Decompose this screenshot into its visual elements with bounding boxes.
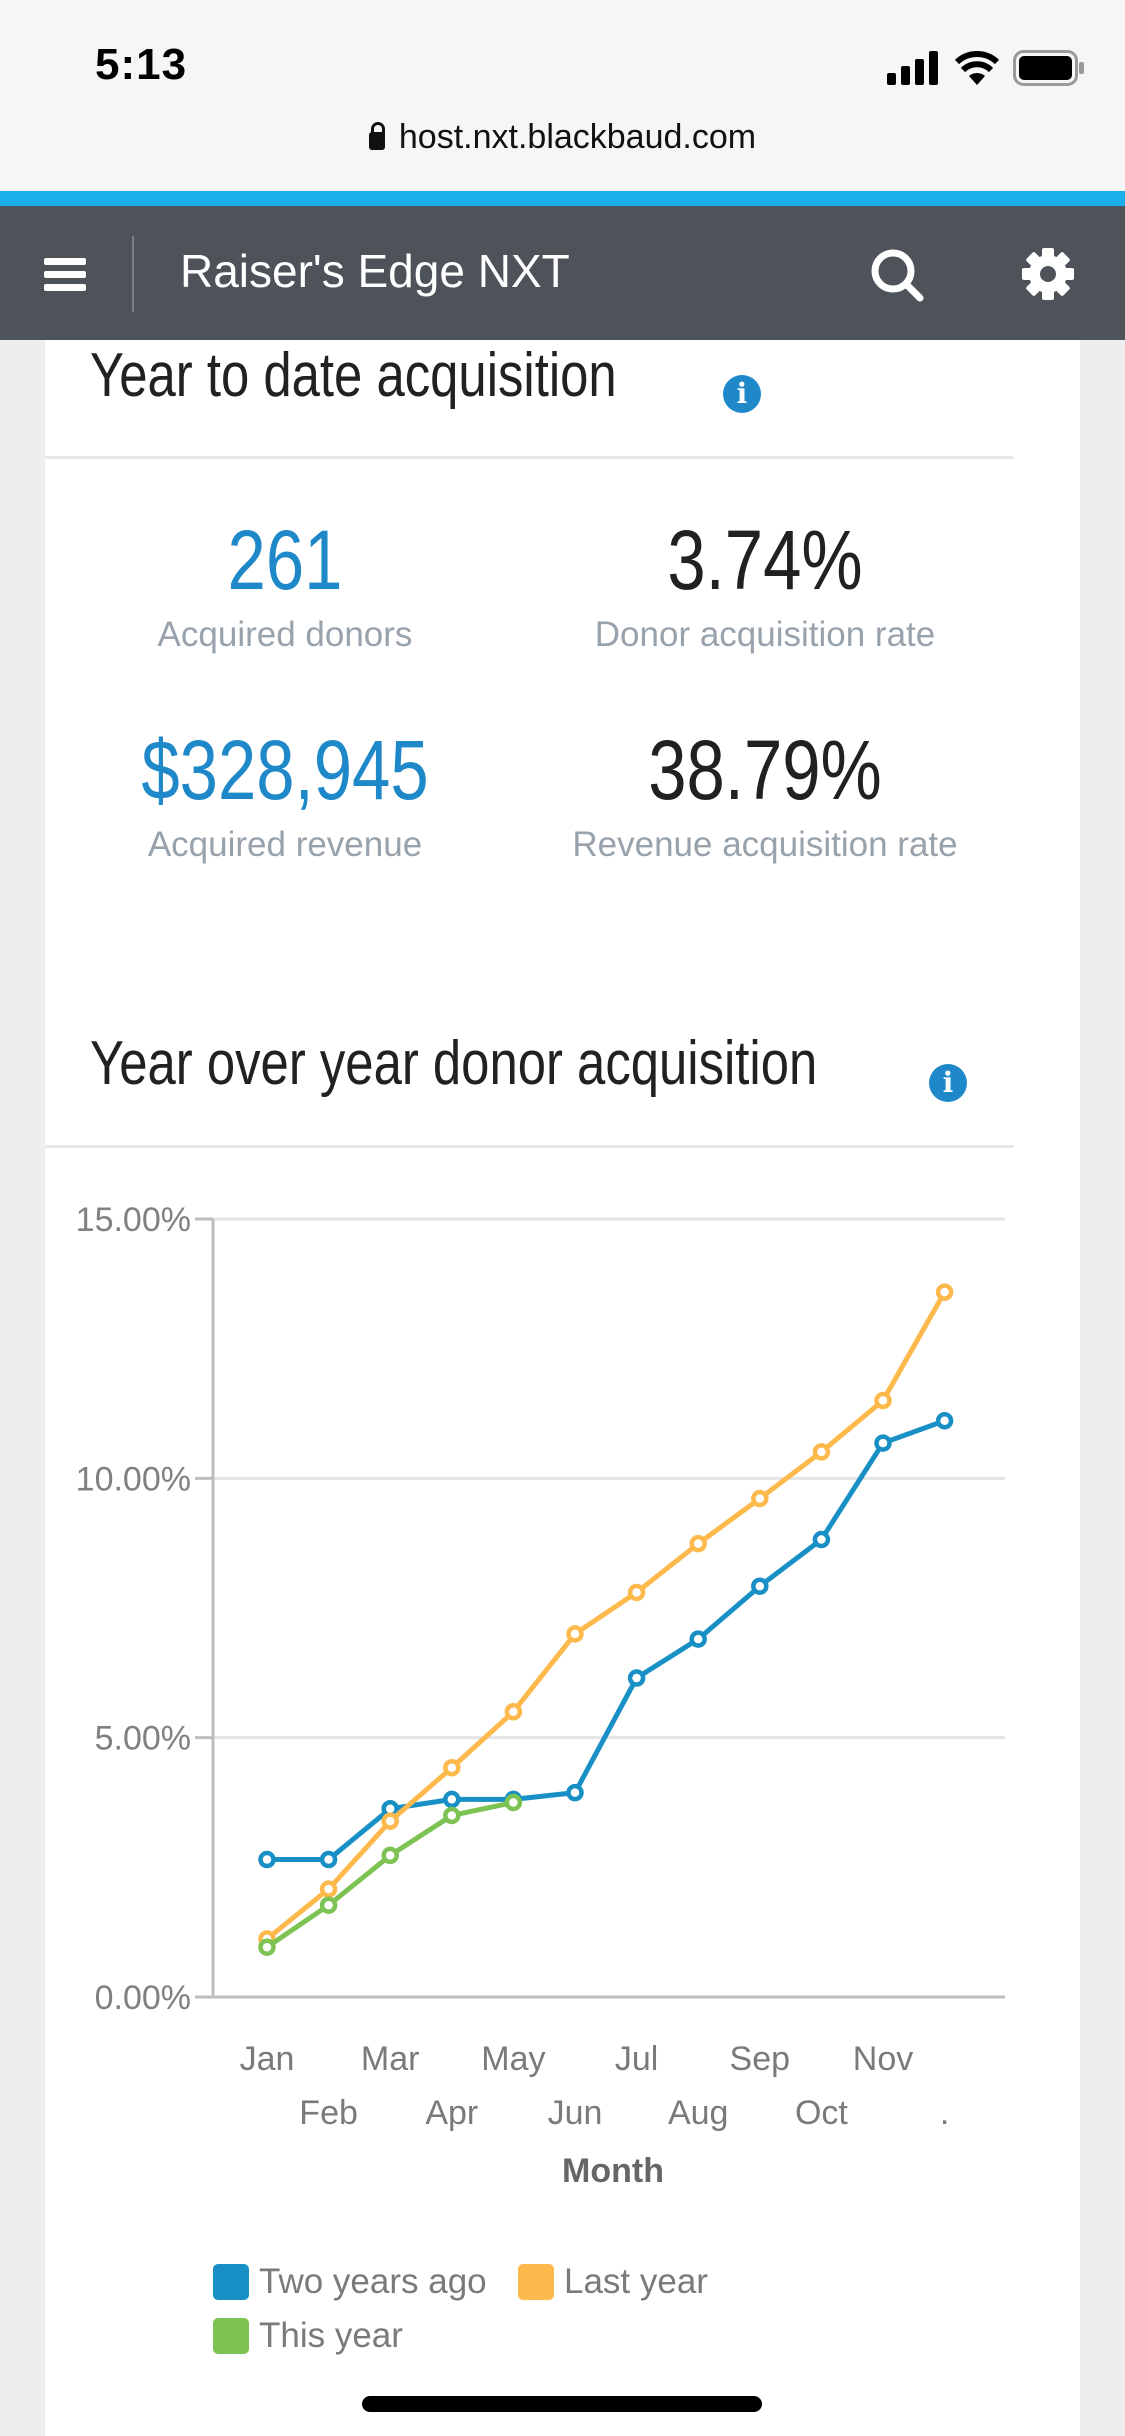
legend-label: Last year — [564, 2262, 708, 2301]
x-tick-label: Jun — [548, 2094, 603, 2132]
x-tick-label: . — [940, 2094, 949, 2132]
data-point-last-year — [627, 1583, 646, 1602]
data-point-this-year — [381, 1846, 399, 1865]
x-tick-label: Oct — [795, 2094, 848, 2132]
y-tick-label: 15.00% — [76, 1201, 191, 1239]
x-tick-label: Jul — [615, 2040, 658, 2078]
legend-label: Two years ago — [259, 2262, 487, 2301]
y-tick-label: 0.00% — [95, 1979, 191, 2017]
x-tick-label: Aug — [668, 2094, 729, 2132]
x-tick-label: Jan — [240, 2040, 295, 2078]
data-point-last-year — [443, 1758, 461, 1777]
x-tick-label: May — [481, 2040, 545, 2078]
data-point-two-years-ago — [566, 1783, 584, 1802]
data-point-last-year — [319, 1880, 338, 1898]
data-point-two-years-ago — [689, 1630, 707, 1648]
data-point-last-year — [689, 1534, 707, 1553]
axes — [195, 1217, 1005, 1999]
data-point-last-year — [812, 1443, 831, 1461]
gridlines — [213, 1217, 1005, 1740]
data-point-last-year — [874, 1391, 892, 1410]
data-point-this-year — [443, 1806, 461, 1825]
series-line-two-years-ago — [267, 1418, 946, 1863]
y-tick-label: 10.00% — [76, 1460, 191, 1498]
legend-swatch — [213, 2264, 249, 2300]
legend-item-this-year[interactable]: This year — [213, 2316, 403, 2356]
legend-swatch — [518, 2264, 554, 2300]
data-point-this-year — [319, 1896, 338, 1914]
data-point-two-years-ago — [258, 1850, 276, 1869]
legend-item-last-year[interactable]: Last year — [518, 2262, 708, 2302]
x-tick-label: Apr — [425, 2094, 478, 2132]
series-line-last-year — [265, 1290, 947, 1941]
x-axis-title: Month — [562, 2152, 664, 2190]
data-point-last-year — [935, 1283, 954, 1301]
data-point-two-years-ago — [935, 1412, 954, 1430]
series-lines — [258, 1283, 954, 1956]
x-tick-labels: JanFebMarAprMayJun Jul AugSepOctNov. — [240, 2040, 950, 2132]
data-point-two-years-ago — [812, 1530, 831, 1549]
x-tick-label: Sep — [730, 2040, 791, 2078]
data-point-this-year — [258, 1938, 276, 1956]
data-point-this-year — [504, 1793, 523, 1812]
y-tick-label: 5.00% — [95, 1720, 191, 1758]
line-chart: 0.00%5.00%10.00%15.00% JanFebMarAprMayJu… — [76, 1201, 1005, 2190]
legend-swatch — [213, 2318, 249, 2354]
data-point-last-year — [751, 1489, 769, 1508]
legend-label: This year — [259, 2316, 403, 2355]
data-point-two-years-ago — [319, 1850, 338, 1869]
data-point-two-years-ago — [443, 1790, 461, 1809]
data-point-two-years-ago — [627, 1669, 646, 1687]
x-tick-label: Mar — [361, 2040, 420, 2078]
home-indicator[interactable] — [362, 2396, 762, 2412]
legend-item-two-years-ago[interactable]: Two years ago — [213, 2262, 487, 2302]
data-point-last-year — [381, 1812, 399, 1830]
y-tick-labels: 0.00% 5.00% 10.00% 15.00% — [76, 1201, 191, 2017]
data-point-last-year — [504, 1702, 523, 1721]
data-point-two-years-ago — [874, 1434, 892, 1452]
data-point-last-year — [566, 1625, 584, 1643]
data-point-two-years-ago — [751, 1577, 769, 1595]
x-tick-label: Feb — [299, 2094, 358, 2132]
x-tick-label: Nov — [853, 2040, 913, 2078]
